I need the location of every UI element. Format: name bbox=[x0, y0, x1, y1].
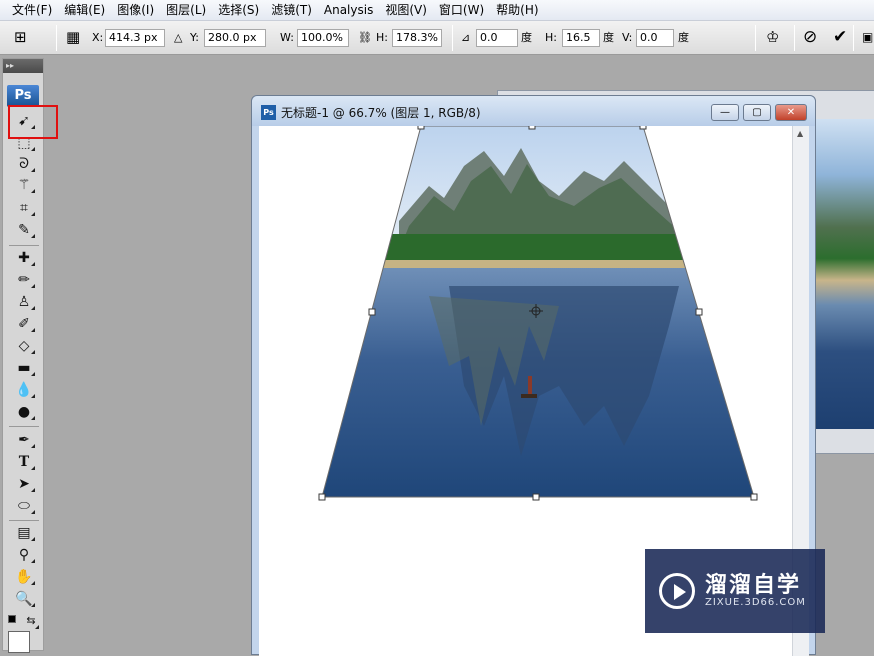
x-field[interactable]: 414.3 px bbox=[105, 29, 165, 47]
divider bbox=[9, 520, 39, 521]
menu-view[interactable]: 视图(V) bbox=[379, 0, 433, 21]
zoom-icon[interactable]: 🔍 bbox=[13, 590, 35, 608]
vskew-field[interactable]: 0.0 bbox=[636, 29, 674, 47]
rotate-unit: 度 bbox=[521, 31, 532, 44]
maximize-button[interactable]: ▢ bbox=[743, 104, 771, 121]
x-label: X: bbox=[92, 31, 104, 44]
menu-window[interactable]: 窗口(W) bbox=[433, 0, 490, 21]
gradient-icon[interactable]: ▬ bbox=[13, 359, 35, 377]
minimize-button[interactable]: — bbox=[711, 104, 739, 121]
brush-icon[interactable]: ✏ bbox=[13, 271, 35, 289]
watermark: 溜溜自学 ZIXUE.3D66.COM bbox=[645, 549, 825, 633]
menu-filter[interactable]: 滤镜(T) bbox=[265, 0, 318, 21]
relative-position-icon[interactable]: △ bbox=[174, 29, 182, 47]
menu-select[interactable]: 选择(S) bbox=[212, 0, 265, 21]
blur-icon[interactable]: 💧 bbox=[13, 381, 35, 399]
menu-help[interactable]: 帮助(H) bbox=[490, 0, 544, 21]
transform-handle-top-left[interactable] bbox=[417, 126, 425, 130]
ps-document-icon: Ps bbox=[261, 105, 276, 120]
background-document-image bbox=[816, 119, 874, 429]
divider bbox=[56, 25, 57, 51]
watermark-brand: 溜溜自学 bbox=[705, 573, 802, 598]
transform-handle-middle-left[interactable] bbox=[368, 308, 376, 316]
foreground-color-swatch[interactable] bbox=[8, 631, 30, 653]
crop-icon[interactable]: ⌗ bbox=[13, 199, 35, 217]
tools-panel: ▸▸ Ps ➹ ⬚ ᘐ ⚚ ⌗ ✎ ✚ ✏ ♙ ✐ ◇ ▬ 💧 ● ✒ T ➤ … bbox=[2, 58, 44, 653]
w-field[interactable]: 100.0% bbox=[297, 29, 349, 47]
hskew-label: H: bbox=[545, 31, 557, 44]
commit-transform-icon[interactable]: ✔ bbox=[833, 28, 847, 46]
divider bbox=[755, 25, 756, 51]
h-label: H: bbox=[376, 31, 388, 44]
highlight-box bbox=[8, 105, 58, 139]
lasso-icon[interactable]: ᘐ bbox=[13, 155, 35, 173]
menu-file[interactable]: 文件(F) bbox=[6, 0, 58, 21]
default-colors-icon[interactable] bbox=[8, 615, 16, 623]
landscape-photo bbox=[322, 126, 754, 497]
workspace-icon[interactable]: ▣ bbox=[862, 28, 873, 46]
divider bbox=[853, 25, 854, 51]
h-field[interactable]: 178.3% bbox=[392, 29, 442, 47]
slice-icon[interactable]: ✎ bbox=[13, 221, 35, 239]
cancel-transform-icon[interactable]: ⊘ bbox=[803, 28, 817, 46]
hskew-unit: 度 bbox=[603, 31, 614, 44]
play-icon bbox=[659, 573, 695, 609]
path-select-icon[interactable]: ➤ bbox=[13, 475, 35, 493]
transform-handle-top-right[interactable] bbox=[639, 126, 647, 130]
transform-tool-icon[interactable]: ⊞ bbox=[14, 28, 27, 46]
document-title: 无标题-1 @ 66.7% (图层 1, RGB/8) bbox=[281, 106, 481, 120]
w-label: W: bbox=[280, 31, 294, 44]
eraser-icon[interactable]: ◇ bbox=[13, 337, 35, 355]
healing-brush-icon[interactable]: ✚ bbox=[13, 249, 35, 267]
transform-handle-top-center[interactable] bbox=[528, 126, 536, 130]
notes-icon[interactable]: ▤ bbox=[13, 524, 35, 542]
scroll-up-icon[interactable]: ▲ bbox=[797, 129, 803, 138]
watermark-url: ZIXUE.3D66.COM bbox=[705, 597, 806, 608]
rotate-field[interactable]: 0.0 bbox=[476, 29, 518, 47]
link-icon[interactable]: ⛓ bbox=[358, 29, 372, 47]
clone-stamp-icon[interactable]: ♙ bbox=[13, 293, 35, 311]
transform-handle-bottom-center[interactable] bbox=[532, 493, 540, 501]
menu-analysis[interactable]: Analysis bbox=[318, 0, 379, 21]
ps-logo[interactable]: Ps bbox=[7, 85, 39, 107]
vskew-label: V: bbox=[622, 31, 633, 44]
document-titlebar[interactable]: Ps 无标题-1 @ 66.7% (图层 1, RGB/8) — ▢ ✕ bbox=[252, 96, 815, 126]
divider bbox=[452, 25, 453, 51]
divider bbox=[794, 25, 795, 51]
y-label: Y: bbox=[190, 31, 199, 44]
type-icon[interactable]: T bbox=[13, 453, 35, 471]
menu-edit[interactable]: 编辑(E) bbox=[58, 0, 111, 21]
dodge-icon[interactable]: ● bbox=[13, 403, 35, 421]
history-brush-icon[interactable]: ✐ bbox=[13, 315, 35, 333]
hand-icon[interactable]: ✋ bbox=[13, 568, 35, 586]
pen-icon[interactable]: ✒ bbox=[13, 431, 35, 449]
menu-image[interactable]: 图像(I) bbox=[111, 0, 160, 21]
hskew-field[interactable]: 16.5 bbox=[562, 29, 600, 47]
swap-colors-icon[interactable]: ⇆ bbox=[23, 612, 39, 630]
menu-bar: 文件(F) 编辑(E) 图像(I) 图层(L) 选择(S) 滤镜(T) Anal… bbox=[0, 0, 874, 21]
transform-handle-middle-right[interactable] bbox=[695, 308, 703, 316]
transform-handle-bottom-left[interactable] bbox=[318, 493, 326, 501]
eyedropper-icon[interactable]: ⚲ bbox=[13, 546, 35, 564]
close-button[interactable]: ✕ bbox=[775, 104, 807, 121]
options-bar: ⊞ ▦ X: 414.3 px △ Y: 280.0 px W: 100.0% … bbox=[0, 21, 874, 55]
y-field[interactable]: 280.0 px bbox=[204, 29, 266, 47]
divider bbox=[9, 426, 39, 427]
menu-layer[interactable]: 图层(L) bbox=[160, 0, 212, 21]
warp-mode-icon[interactable]: ♔ bbox=[766, 28, 779, 46]
ellipse-icon[interactable]: ⬭ bbox=[13, 497, 35, 515]
divider bbox=[9, 245, 39, 246]
magic-wand-icon[interactable]: ⚚ bbox=[13, 176, 35, 194]
transform-handle-bottom-right[interactable] bbox=[750, 493, 758, 501]
tools-panel-header[interactable]: ▸▸ bbox=[3, 59, 43, 73]
vskew-unit: 度 bbox=[678, 31, 689, 44]
reference-point-icon[interactable]: ▦ bbox=[66, 28, 80, 46]
rotate-icon: ⊿ bbox=[461, 31, 471, 44]
